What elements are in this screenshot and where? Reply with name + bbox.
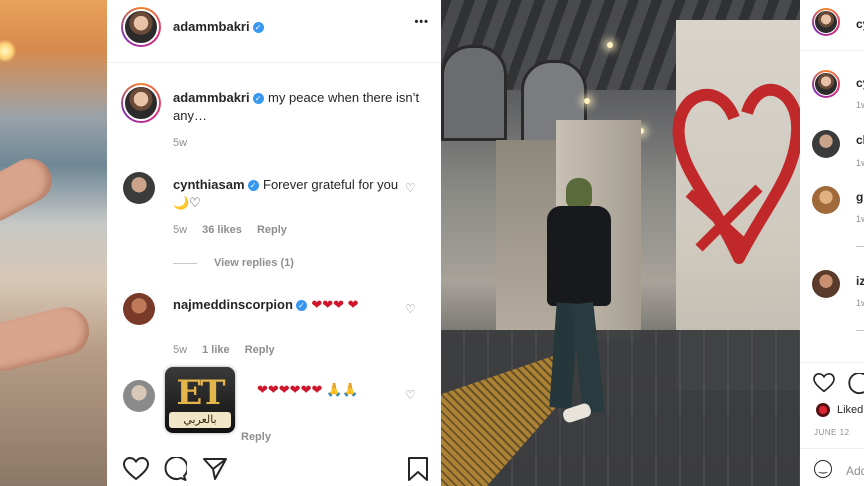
comment-meta: 5w 36 likes Reply (173, 224, 287, 236)
reply-button[interactable]: Reply (257, 224, 287, 236)
next-comment-age: 1w (856, 214, 864, 224)
view-replies-button[interactable]: View replies (1) (214, 257, 294, 269)
reply-button[interactable]: Reply (241, 431, 271, 443)
comment-like-heart-icon[interactable]: ♡ (405, 389, 417, 401)
add-comment-input[interactable]: Add (846, 464, 864, 478)
more-options-button[interactable]: ••• (414, 16, 429, 28)
walking-man (541, 178, 621, 448)
caption: adammbakri ✓ my peace when there isn’t an… (173, 89, 423, 125)
save-bookmark-icon[interactable] (407, 457, 429, 481)
comment: najmeddinscorpion ✓ ❤❤❤ ❤ (173, 296, 403, 314)
logo-sub-text: بالعربي (169, 412, 231, 428)
post-photo (441, 0, 800, 486)
liked-by-label[interactable]: Liked (837, 404, 863, 416)
author-username[interactable]: adammbakri (173, 19, 250, 34)
comment-likes[interactable]: 36 likes (202, 224, 242, 236)
next-comment-bubble-icon[interactable] (847, 373, 864, 395)
comment-username[interactable]: cynthiasam (173, 177, 245, 192)
next-comment-username[interactable]: cy (856, 76, 864, 90)
hand-finger-top (0, 150, 60, 230)
comment-username[interactable]: najmeddinscorpion (173, 297, 293, 312)
next-actions-divider (800, 362, 864, 363)
commenter-avatar[interactable] (123, 380, 155, 412)
commenter-avatar[interactable] (123, 172, 155, 204)
next-caption-avatar[interactable] (812, 70, 840, 98)
header-divider (107, 62, 441, 63)
logo-main-text: ET (176, 373, 225, 413)
verified-badge-icon: ✓ (295, 300, 307, 311)
red-heart-graffiti (672, 83, 800, 264)
ceiling-lamp (584, 98, 590, 104)
next-post-username[interactable]: cy (856, 17, 864, 31)
next-comment-age: 1w (856, 100, 864, 110)
caption-username[interactable]: adammbakri (173, 90, 250, 105)
comment-text: ❤❤❤ ❤ (311, 297, 359, 312)
next-comment-age: 1w (856, 158, 864, 168)
comment-like-heart-icon[interactable]: ♡ (405, 303, 417, 315)
sun (0, 40, 16, 62)
comment: cynthiasam ✓ Forever grateful for you 🌙♡ (173, 176, 403, 212)
caption-age: 5w (173, 137, 188, 149)
next-comment-username[interactable]: ch (856, 133, 864, 147)
verified-badge-icon: ✓ (252, 93, 264, 104)
et-arabic-logo: ET بالعربي (165, 367, 235, 433)
background-photo-left (0, 0, 107, 486)
commenter-avatar[interactable] (123, 293, 155, 325)
next-comment-username[interactable]: iz (856, 274, 864, 288)
like-heart-icon[interactable] (123, 457, 149, 481)
hand-finger-bottom (0, 302, 95, 376)
author-avatar[interactable] (121, 7, 161, 47)
arched-window (441, 45, 507, 141)
next-header-divider (800, 50, 864, 51)
next-input-divider (800, 448, 864, 449)
comment-meta: 5w 1 like Reply (173, 344, 275, 356)
comment-text: ❤❤❤❤❤❤ 🙏🙏 (257, 382, 359, 397)
comment-age: 5w (173, 344, 188, 356)
comment-age: 5w (173, 224, 188, 236)
caption-avatar[interactable] (121, 83, 161, 123)
next-comment-age: 1w (856, 298, 864, 308)
liked-by-avatar[interactable] (816, 403, 830, 417)
comment-likes[interactable]: 1 like (202, 344, 230, 356)
next-commenter-avatar[interactable] (812, 186, 840, 214)
next-like-heart-icon[interactable] (813, 373, 835, 393)
next-post-author-avatar[interactable] (812, 8, 840, 36)
reply-button[interactable]: Reply (245, 344, 275, 356)
ceiling-lamp (607, 42, 613, 48)
action-bar (107, 445, 441, 486)
next-commenter-avatar[interactable] (812, 270, 840, 298)
post-comments-panel: adammbakri ✓ ••• adammbakri ✓ my peace whe… (107, 0, 441, 486)
comment-like-heart-icon[interactable]: ♡ (405, 182, 417, 194)
comment: ❤❤❤❤❤❤ 🙏🙏 (257, 380, 407, 400)
share-paper-plane-icon[interactable] (203, 457, 227, 481)
replies-line (856, 246, 864, 247)
verified-badge-icon: ✓ (252, 22, 264, 33)
author-header: adammbakri ✓ (173, 18, 264, 36)
replies-line (173, 263, 197, 264)
emoji-icon[interactable]: ‿ (814, 460, 832, 478)
next-comment-username[interactable]: gi (856, 190, 864, 204)
replies-line (856, 330, 864, 331)
next-post-panel: cy cy 1w ch 1w gi 1w iz 1w Liked JUNE 12… (800, 0, 864, 486)
comment-bubble-icon[interactable] (163, 457, 187, 481)
verified-badge-icon: ✓ (247, 180, 259, 191)
next-post-date: JUNE 12 (814, 428, 850, 437)
next-commenter-avatar[interactable] (812, 130, 840, 158)
